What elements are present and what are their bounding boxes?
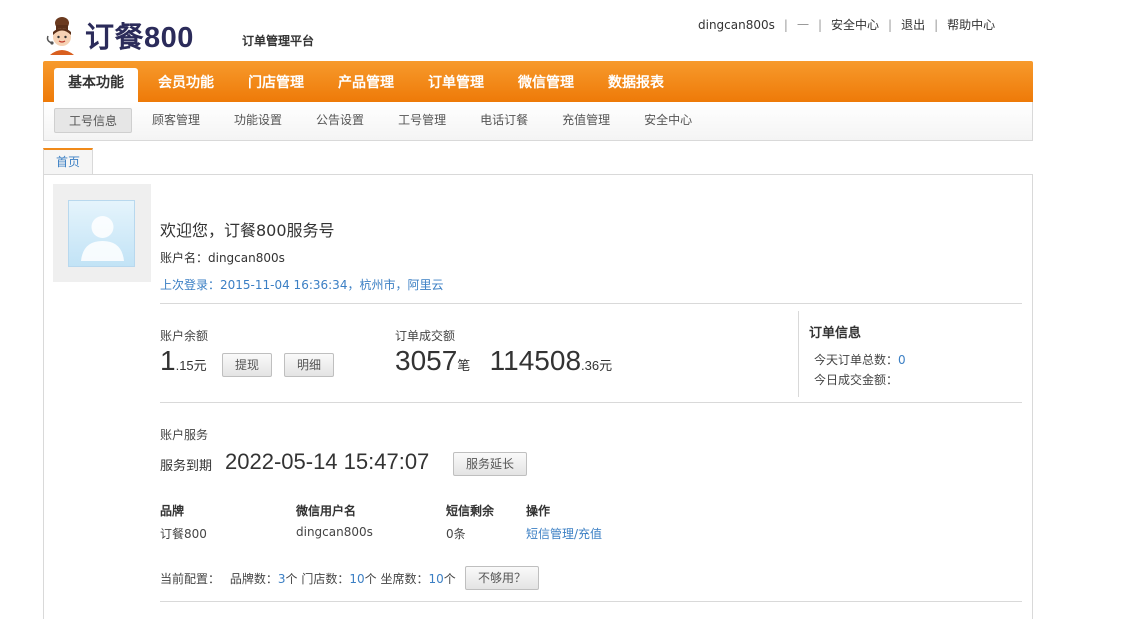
extend-service-button[interactable]: 服务延长 [453, 452, 527, 476]
sub-nav-staff-info[interactable]: 工号信息 [54, 108, 133, 133]
main-nav-store[interactable]: 门店管理 [234, 68, 318, 102]
store-count-unit: 个 [364, 572, 377, 586]
logo[interactable]: 订餐800 [42, 14, 194, 56]
sub-nav-security[interactable]: 安全中心 [630, 108, 706, 133]
today-amount-label: 今日成交金额： [814, 373, 899, 387]
sub-nav-phone-order[interactable]: 电话订餐 [466, 108, 542, 133]
account-name: 账户名：dingcan800s [160, 251, 285, 265]
main-nav-order[interactable]: 订单管理 [414, 68, 498, 102]
last-login: 上次登录：2015-11-04 16:36:34，杭州市，阿里云 [160, 278, 444, 292]
sms-manage-link[interactable]: 短信管理/充值 [526, 525, 602, 542]
order-count-unit: 笔 [457, 358, 471, 373]
main-nav-reports[interactable]: 数据报表 [594, 68, 678, 102]
sub-nav-recharge[interactable]: 充值管理 [548, 108, 624, 133]
order-total-value: 3057笔 114508.36元 [395, 345, 612, 377]
balance-int: 1 [160, 345, 176, 376]
current-config: 当前配置： 品牌数：3个 门店数：10个 坐席数：10个 [160, 570, 456, 587]
security-center-link[interactable]: 安全中心 [831, 16, 879, 33]
brand-value: 订餐800 [160, 527, 207, 541]
sub-nav-settings[interactable]: 功能设置 [220, 108, 296, 133]
sub-nav: 工号信息 顾客管理 功能设置 公告设置 工号管理 电话订餐 充值管理 安全中心 [43, 102, 1033, 141]
tab-home[interactable]: 首页 [43, 148, 93, 175]
main-nav-product[interactable]: 产品管理 [324, 68, 408, 102]
chef-mascot-icon [46, 17, 74, 55]
col-brand: 品牌 [160, 504, 185, 518]
logout-link[interactable]: 退出 [901, 16, 925, 33]
config-label: 当前配置： [160, 572, 221, 586]
top-links: dingcan800s | 一 | 安全中心 | 退出 | 帮助中心 [698, 16, 995, 33]
avatar[interactable] [68, 200, 135, 267]
platform-title: 订单管理平台 [242, 34, 315, 48]
help-center-link[interactable]: 帮助中心 [947, 16, 995, 33]
brand-count-label: 品牌数： [229, 572, 278, 586]
store-count-value: 10 [349, 572, 365, 586]
main-nav-member[interactable]: 会员功能 [144, 68, 228, 102]
sub-nav-staff-manage[interactable]: 工号管理 [384, 108, 460, 133]
seat-count-unit: 个 [443, 572, 456, 586]
today-order-count: 今天订单总数：0 [814, 351, 906, 368]
store-count-label: 门店数： [301, 572, 350, 586]
username-dash: 一 [796, 18, 809, 32]
wechat-user-value: dingcan800s [296, 525, 373, 539]
not-enough-button[interactable]: 不够用？ [465, 566, 539, 590]
balance-value: 1.15元 [160, 345, 207, 377]
seat-count-label: 坐席数： [380, 572, 429, 586]
sub-nav-customer[interactable]: 顾客管理 [138, 108, 214, 133]
divider: | [817, 17, 822, 32]
today-order-count-value: 0 [898, 353, 906, 367]
order-info-title: 订单信息 [809, 326, 862, 341]
content-panel: 欢迎您，订餐800服务号 账户名：dingcan800s 上次登录：2015-1… [43, 174, 1033, 619]
username: dingcan800s [698, 17, 775, 32]
sms-remaining-value: 0条 [446, 527, 466, 541]
divider: | [934, 17, 939, 32]
main-nav-basic[interactable]: 基本功能 [54, 68, 138, 102]
divider: | [783, 17, 788, 32]
col-wechat-user: 微信用户名 [296, 504, 357, 518]
top-bar: 订餐800 订单管理平台 dingcan800s | 一 | 安全中心 | 退出… [0, 0, 1121, 60]
user-silhouette-icon [81, 216, 124, 261]
brand-count-value: 3 [277, 572, 286, 586]
col-action: 操作 [526, 504, 551, 518]
brand-count-unit: 个 [285, 572, 298, 586]
service-expire-value: 2022-05-14 15:47:07 [225, 449, 430, 474]
col-sms-remaining: 短信剩余 [446, 504, 495, 518]
vertical-divider [798, 311, 799, 397]
divider [160, 601, 1022, 602]
main-nav-wechat[interactable]: 微信管理 [504, 68, 588, 102]
service-expire-label: 服务到期 [160, 459, 213, 474]
detail-button[interactable]: 明细 [284, 353, 334, 377]
main-nav: 基本功能 会员功能 门店管理 产品管理 订单管理 微信管理 数据报表 [43, 61, 1033, 102]
account-service-label: 账户服务 [160, 428, 209, 442]
divider [160, 402, 1022, 403]
balance-label: 账户余额 [160, 329, 209, 343]
avatar-frame [53, 184, 151, 282]
logo-text: 订餐800 [85, 22, 194, 54]
order-total-label: 订单成交额 [395, 329, 456, 343]
today-order-count-label: 今天订单总数： [814, 353, 899, 367]
balance-dec: .15元 [175, 358, 207, 373]
order-amount-int: 114508 [489, 345, 582, 376]
order-amount-dec: .36元 [581, 358, 613, 373]
divider [160, 303, 1022, 304]
withdraw-button[interactable]: 提现 [222, 353, 272, 377]
seat-count-value: 10 [428, 572, 444, 586]
order-count: 3057 [395, 345, 458, 376]
welcome-text: 欢迎您，订餐800服务号 [160, 221, 335, 240]
today-amount: 今日成交金额： [814, 371, 898, 388]
sub-nav-announcement[interactable]: 公告设置 [302, 108, 378, 133]
divider: | [888, 17, 893, 32]
